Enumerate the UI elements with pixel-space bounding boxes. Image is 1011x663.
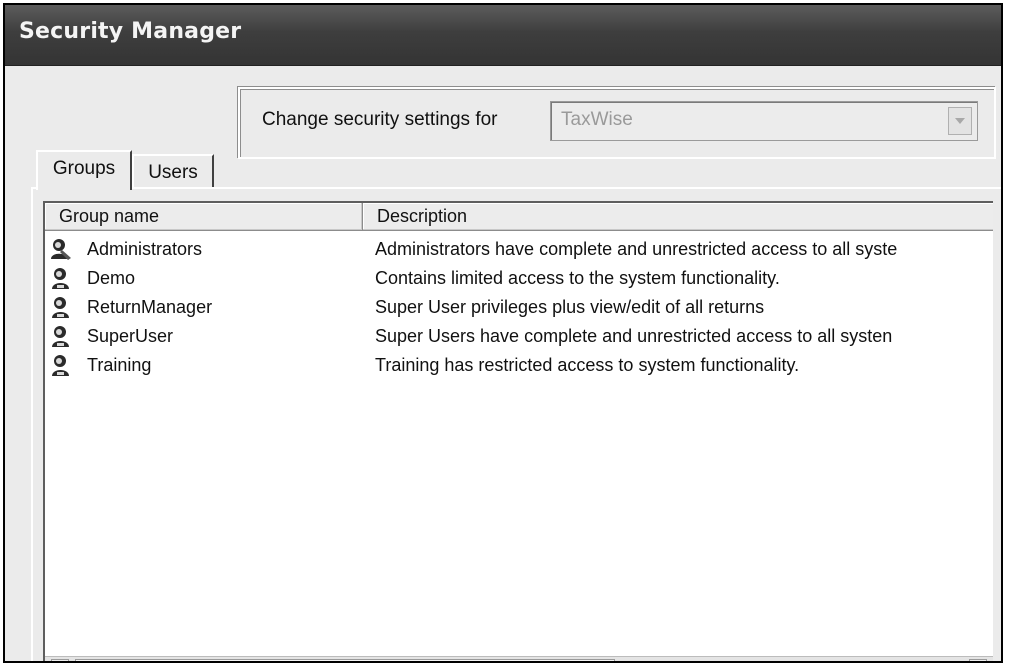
tab-groups[interactable]: Groups xyxy=(36,150,132,190)
change-security-settings-label: Change security settings for xyxy=(262,109,498,130)
window-title: Security Manager xyxy=(19,19,242,44)
tab-users-label: Users xyxy=(148,162,198,183)
security-settings-group: Change security settings for TaxWise xyxy=(238,87,996,159)
chevron-down-icon xyxy=(955,118,965,124)
application-select-value: TaxWise xyxy=(561,109,633,130)
groups-tab-panel xyxy=(31,187,1001,661)
tab-groups-label: Groups xyxy=(52,158,116,179)
application-select[interactable]: TaxWise xyxy=(550,101,978,141)
security-manager-window: Security Manager Change security setting… xyxy=(3,3,1003,663)
title-bar[interactable]: Security Manager xyxy=(5,5,1001,66)
tab-users[interactable]: Users xyxy=(132,154,214,187)
dropdown-button[interactable] xyxy=(948,107,972,135)
